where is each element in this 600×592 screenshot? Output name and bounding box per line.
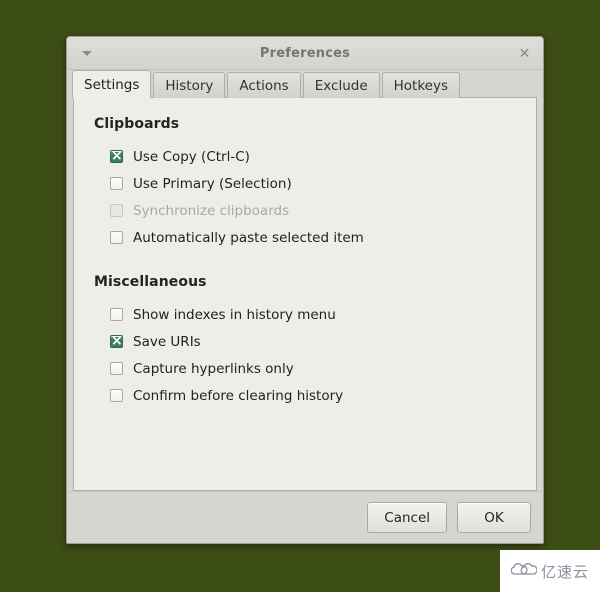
option-row-save-uris[interactable]: Save URIs [110,328,516,355]
checkbox-automatically-paste[interactable] [110,231,123,244]
ok-button[interactable]: OK [457,502,531,533]
option-label-synchronize-clipboards: Synchronize clipboards [133,202,290,219]
cloud-icon [510,562,538,581]
option-row-automatically-paste[interactable]: Automatically paste selected item [110,224,516,251]
option-label-confirm-clearing: Confirm before clearing history [133,387,344,404]
option-label-automatically-paste: Automatically paste selected item [133,229,364,246]
preferences-window: Preferences ✕ Settings History Actions E… [66,36,544,544]
cancel-button[interactable]: Cancel [367,502,447,533]
settings-panel: Clipboards Use Copy (Ctrl-C) Use Primary… [73,97,537,491]
checkbox-use-primary[interactable] [110,177,123,190]
window-title: Preferences [259,45,351,61]
checkbox-synchronize-clipboards [110,204,123,217]
checkbox-capture-hyperlinks[interactable] [110,362,123,375]
option-label-show-indexes: Show indexes in history menu [133,306,336,323]
watermark: 亿速云 [500,550,600,592]
checkbox-save-uris[interactable] [110,332,123,351]
checkbox-show-indexes[interactable] [110,308,123,321]
tab-history[interactable]: History [153,72,226,98]
option-row-show-indexes[interactable]: Show indexes in history menu [110,301,516,328]
option-row-capture-hyperlinks[interactable]: Capture hyperlinks only [110,355,516,382]
dialog-action-bar: Cancel OK [67,491,543,543]
section-heading-miscellaneous: Miscellaneous [94,274,207,290]
caret-down-icon[interactable] [80,46,94,60]
option-row-use-copy[interactable]: Use Copy (Ctrl-C) [110,143,516,170]
tab-exclude[interactable]: Exclude [302,72,380,98]
option-label-use-copy: Use Copy (Ctrl-C) [133,148,250,165]
watermark-text: 亿速云 [540,562,589,581]
option-label-use-primary: Use Primary (Selection) [133,175,292,192]
checkbox-use-copy[interactable] [110,147,123,166]
section-heading-clipboards: Clipboards [94,116,180,132]
tab-actions[interactable]: Actions [227,72,301,98]
option-row-use-primary[interactable]: Use Primary (Selection) [110,170,516,197]
tab-bar: Settings History Actions Exclude Hotkeys [67,70,543,98]
miscellaneous-option-list: Show indexes in history menu Save URIs C… [94,301,516,409]
option-label-save-uris: Save URIs [133,333,201,350]
window-titlebar: Preferences ✕ [67,37,543,70]
checkbox-confirm-clearing[interactable] [110,389,123,402]
option-label-capture-hyperlinks: Capture hyperlinks only [133,360,294,377]
tab-hotkeys[interactable]: Hotkeys [381,72,460,98]
clipboards-option-list: Use Copy (Ctrl-C) Use Primary (Selection… [94,143,516,251]
tab-settings[interactable]: Settings [72,70,152,98]
close-icon[interactable]: ✕ [517,46,532,61]
option-row-confirm-clearing[interactable]: Confirm before clearing history [110,382,516,409]
option-row-synchronize-clipboards: Synchronize clipboards [110,197,516,224]
